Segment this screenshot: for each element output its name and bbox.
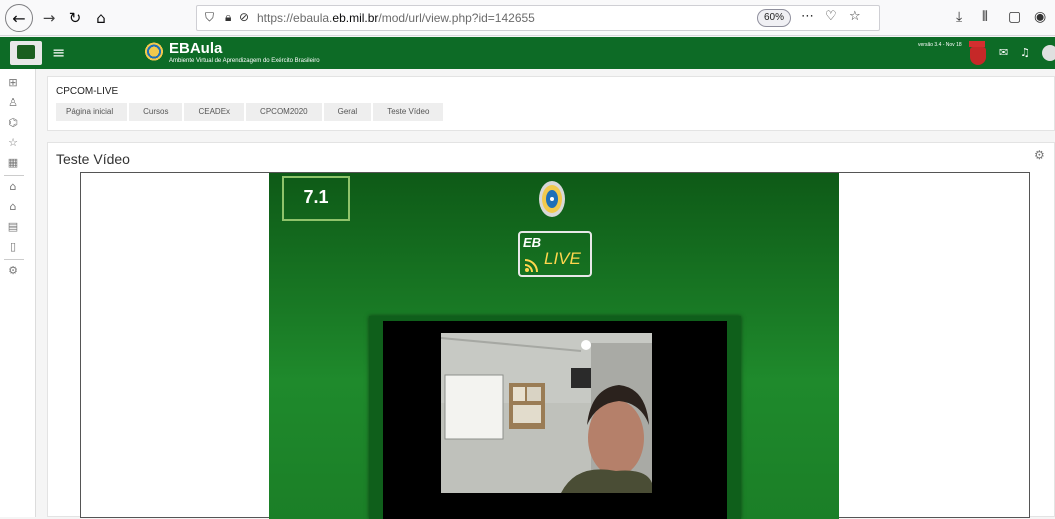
site-navbar: ≡ EBAula Ambiente Virtual de Aprendizage… [0,37,1055,69]
page-header: CPCOM-LIVE Página inicial Cursos CEADEx … [47,76,1055,131]
reload-icon[interactable]: ↻ [64,4,86,32]
calendar-icon[interactable]: ▤ [5,219,21,235]
video-background: 7.1 EB LIVE [269,173,839,519]
eb-live-logo-live: LIVE [544,249,581,268]
zoom-indicator[interactable]: 60% [757,9,791,27]
breadcrumb-geral[interactable]: Geral [323,103,372,121]
video-badge-number: 7.1 [303,187,329,207]
home-icon[interactable]: ⌂ [5,179,21,195]
competencies-icon[interactable]: ☆ [5,135,21,151]
library-icon[interactable]: ⫴ [982,9,988,25]
broadcast-icon [524,259,538,273]
webcam-feed-image [441,333,652,493]
account-icon[interactable]: ◉ [1034,9,1046,25]
home-icon[interactable]: ⌂ [90,4,112,32]
site-admin-gear-icon[interactable]: ⚙ [5,263,21,279]
drawer-divider [4,175,24,176]
breadcrumb: Página inicial Cursos CEADEx CPCOM2020 G… [56,103,445,121]
brand-subtitle: Ambiente Virtual de Aprendizagem do Exér… [169,58,320,64]
lock-icon[interactable]: 🔒︎ [225,10,231,25]
avatar[interactable] [1042,45,1055,61]
dashboard-icon[interactable]: ⊞ [5,75,21,91]
video-player[interactable] [383,321,727,519]
drawer-toggle-logo[interactable] [10,41,42,65]
ceadex-shield-icon [970,47,986,65]
notifications-icon[interactable]: ♫ [1020,46,1030,59]
eb-live-logo-eb: EB [523,235,542,250]
grades-icon[interactable]: ▦ [5,155,21,171]
army-emblem-icon [145,39,163,67]
brand-title[interactable]: EBAula [169,40,222,57]
bookmark-star-icon[interactable]: ☆ [849,9,861,24]
army-emblem-icon [539,181,565,217]
site-home-icon[interactable]: ⌂ [5,199,21,215]
messages-icon[interactable]: ✉ [999,46,1008,59]
address-bar[interactable]: ⛉ 🔒︎ ⊘ https://ebaula.eb.mil.br/mod/url/… [196,5,880,31]
url-prefix: https://ebaula. [257,11,333,25]
breadcrumb-ceadex[interactable]: CEADEx [184,103,245,121]
page-title: Teste Vídeo [56,151,130,167]
video-badge: 7.1 [282,176,350,221]
private-files-icon[interactable]: ▯ [5,239,21,255]
url-text[interactable]: https://ebaula.eb.mil.br/mod/url/view.ph… [257,11,535,25]
breadcrumb-home[interactable]: Página inicial [56,103,128,121]
main-content: Teste Vídeo ⚙ 7.1 EB LIVE [47,142,1055,519]
badges-icon[interactable]: ⌬ [5,115,21,131]
url-domain: eb.mil.br [332,11,379,25]
participants-icon[interactable]: ♙ [5,95,21,111]
download-icon[interactable]: ⤓ [956,9,962,25]
version-label: versão 3.4 - Nov 18 [918,42,962,48]
sidebar-icon[interactable]: ▢ [1008,9,1021,25]
nav-drawer: ⊞ ♙ ⌬ ☆ ▦ ⌂ ⌂ ▤ ▯ ⚙ [0,69,36,517]
page-actions-icon[interactable]: ⋯ [801,9,814,24]
breadcrumb-cpcom2020[interactable]: CPCOM2020 [246,103,322,121]
shield-icon[interactable]: ⛉ [205,10,214,25]
url-path: /mod/url/view.php?id=142655 [378,11,535,25]
menu-icon[interactable]: ≡ [52,43,65,62]
breadcrumb-teste-video[interactable]: Teste Vídeo [373,103,444,121]
gear-icon[interactable]: ⚙ [1034,148,1045,162]
forward-arrow-icon[interactable]: → [38,4,60,32]
video-player-frame [369,316,741,519]
breadcrumb-courses[interactable]: Cursos [129,103,183,121]
back-arrow-icon[interactable]: ← [5,4,33,32]
eb-live-logo: EB LIVE [518,231,592,277]
pocket-icon[interactable]: ♡ [825,9,837,24]
browser-toolbar: ← → ↻ ⌂ ⛉ 🔒︎ ⊘ https://ebaula.eb.mil.br/… [0,0,1055,36]
course-name: CPCOM-LIVE [56,86,119,97]
drawer-divider [4,259,24,260]
embedded-video-frame[interactable]: 7.1 EB LIVE [80,172,1030,519]
permissions-icon[interactable]: ⊘ [239,10,249,24]
